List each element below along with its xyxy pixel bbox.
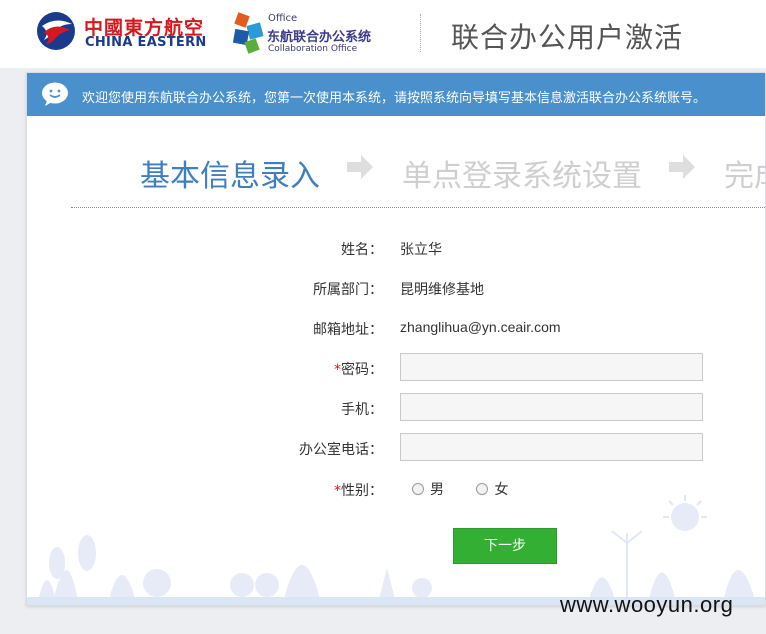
page-title: 联合办公用户激活 bbox=[451, 21, 684, 54]
required-mark: * bbox=[334, 483, 341, 499]
arrow-right-icon bbox=[669, 155, 695, 179]
department-label: 所属部门： bbox=[313, 282, 383, 298]
activation-card: 欢迎您使用东航联合办公系统，您第一次使用本系统，请按照系统向导填写基本信息激活联… bbox=[26, 72, 766, 606]
collaboration-office-label: Collaboration Office bbox=[268, 44, 358, 54]
name-value: 张立华 bbox=[400, 242, 442, 258]
step-complete: 完成 bbox=[724, 159, 765, 194]
gender-male-radio[interactable] bbox=[412, 483, 424, 495]
brand-name-en: CHINA EASTERN bbox=[85, 35, 207, 50]
watermark-text: www.wooyun.org bbox=[560, 592, 734, 617]
welcome-bar: 欢迎您使用东航联合办公系统，您第一次使用本系统，请按照系统向导填写基本信息激活联… bbox=[27, 73, 765, 116]
steps-divider bbox=[71, 207, 765, 208]
password-label-row: *密码： bbox=[243, 359, 383, 379]
step-sso-settings: 单点登录系统设置 bbox=[402, 159, 642, 194]
gender-label-row: *性别： bbox=[243, 480, 383, 500]
gender-female-label[interactable]: 女 bbox=[494, 482, 508, 498]
password-label: 密码： bbox=[341, 362, 383, 378]
chat-smiley-icon bbox=[42, 82, 68, 106]
welcome-message: 欢迎您使用东航联合办公系统，您第一次使用本系统，请按照系统向导填写基本信息激活联… bbox=[82, 91, 707, 106]
mobile-input[interactable] bbox=[400, 393, 703, 421]
china-eastern-logo-icon bbox=[37, 12, 75, 50]
gender-female-radio[interactable] bbox=[476, 483, 489, 495]
next-step-button[interactable]: 下一步 bbox=[453, 528, 557, 564]
step-basic-info: 基本信息录入 bbox=[140, 159, 320, 194]
decorative-illustration bbox=[37, 495, 757, 605]
office-system-name: 东航联合办公系统 bbox=[267, 30, 372, 45]
mobile-label: 手机： bbox=[341, 402, 383, 418]
gender-radio-group: 男 女 bbox=[412, 479, 536, 499]
required-mark: * bbox=[334, 362, 341, 378]
department-value: 昆明维修基地 bbox=[400, 282, 484, 298]
office-system-logo-icon bbox=[232, 12, 264, 54]
header-divider bbox=[420, 14, 421, 52]
office-label: Office bbox=[268, 13, 298, 24]
arrow-right-icon bbox=[347, 155, 373, 179]
gender-label: 性别： bbox=[341, 483, 383, 499]
office-phone-label: 办公室电话： bbox=[299, 442, 383, 458]
password-input[interactable] bbox=[400, 353, 703, 381]
office-phone-input[interactable] bbox=[400, 433, 703, 461]
email-value: zhanglihua@yn.ceair.com bbox=[400, 319, 561, 335]
name-label: 姓名： bbox=[341, 242, 383, 258]
page-header: 中國東方航空 CHINA EASTERN Office 东航联合办公系统 Col… bbox=[0, 0, 766, 68]
gender-male-label[interactable]: 男 bbox=[430, 482, 444, 498]
email-label: 邮箱地址： bbox=[313, 322, 383, 338]
